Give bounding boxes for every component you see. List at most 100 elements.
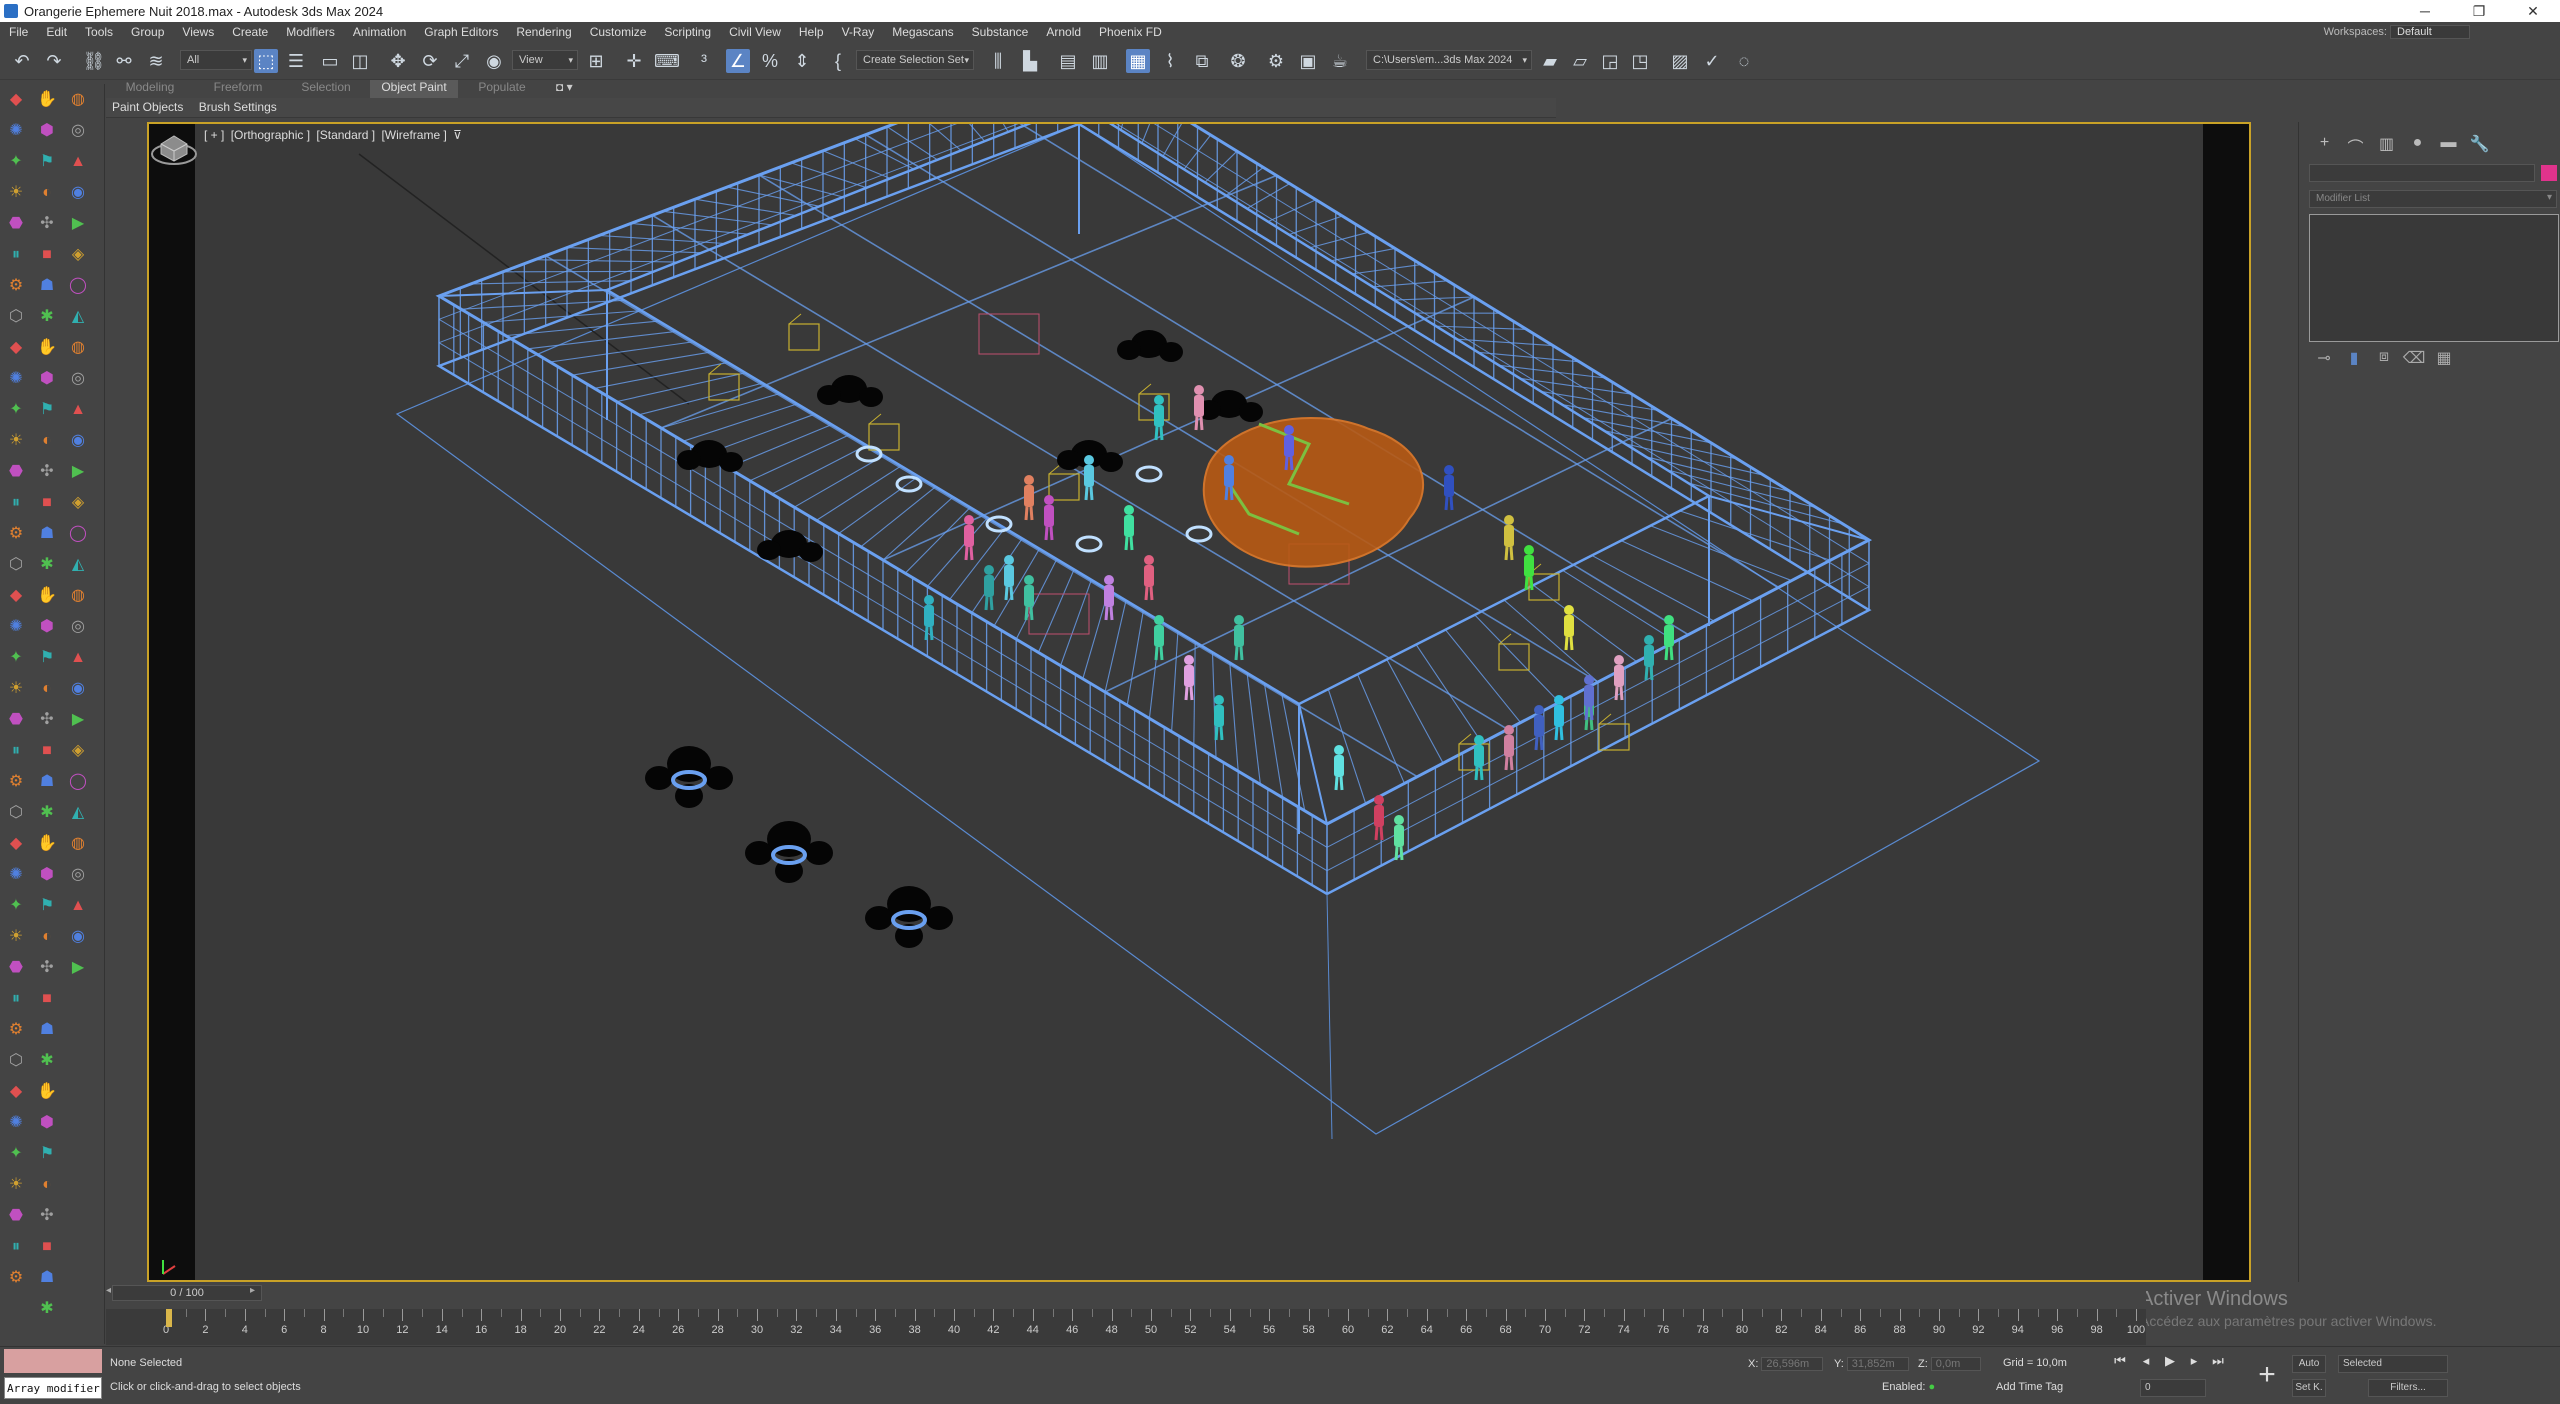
subtab-paint-objects[interactable]: Paint Objects [106,98,189,116]
tool-icon[interactable]: ◐ [35,1173,59,1197]
restore-button[interactable]: ❐ [2452,3,2506,20]
percent-snap-icon[interactable]: % [758,49,782,73]
selection-filter-dropdown[interactable]: All ▾ [180,50,252,70]
tool-icon[interactable]: ■ [35,243,59,267]
tool-icon[interactable]: ▲ [66,150,90,174]
x-field[interactable]: 26,596m [1761,1357,1824,1371]
play-icon[interactable]: ▶ [2160,1353,2180,1371]
tool-icon[interactable]: ◎ [66,615,90,639]
tool-icon[interactable]: ▶ [66,956,90,980]
ribbon-tab-selection[interactable]: Selection [282,80,370,98]
tool-icon[interactable]: ✺ [4,615,28,639]
menu-scripting[interactable]: Scripting [655,25,720,39]
tool-icon[interactable]: ◯ [66,770,90,794]
tool-icon[interactable]: ⬢ [35,615,59,639]
tool-icon[interactable]: ✦ [4,894,28,918]
tool-icon[interactable]: ▶ [66,708,90,732]
tool-icon[interactable]: ✱ [35,305,59,329]
tool-icon[interactable]: ⚙ [4,770,28,794]
maxscript-output[interactable] [4,1349,102,1373]
object-name-field[interactable] [2309,164,2535,182]
tool-icon[interactable]: ◎ [66,119,90,143]
modify-tab-icon[interactable]: ⌒ [2340,134,2371,158]
z-field[interactable]: 0,0m [1930,1357,1981,1371]
tool-icon[interactable]: ⬣ [4,460,28,484]
reference-coordinate-dropdown[interactable]: View ▾ [512,50,578,70]
remove-modifier-icon[interactable]: ⌫ [2399,348,2429,372]
tool-icon[interactable]: ☗ [35,522,59,546]
tool-icon[interactable]: ✦ [4,1142,28,1166]
tool-icon[interactable]: ⏸ [4,491,28,515]
unlink-icon[interactable]: ⚯ [112,49,136,73]
open-folder-icon[interactable]: ▱ [1568,49,1592,73]
material-editor-icon[interactable]: ❂ [1226,49,1250,73]
tool-icon[interactable]: ⬣ [4,708,28,732]
named-selection-set-dropdown[interactable]: Create Selection Set ▾ [856,50,974,70]
render-production-icon[interactable]: ☕ [1328,49,1352,73]
viewport-label-view[interactable]: [Orthographic ] [231,128,310,142]
viewport-label[interactable]: [ + ] [Orthographic ] [Standard ] [Wiref… [201,128,462,142]
tool-icon[interactable]: ⏸ [4,739,28,763]
tool-icon[interactable]: ◆ [4,832,28,856]
tool-icon[interactable]: ✋ [35,1080,59,1104]
tool-icon[interactable]: ✦ [4,398,28,422]
menu-file[interactable]: File [0,25,37,39]
set-key-button[interactable]: Set K. [2292,1379,2326,1397]
spinner-snap-icon[interactable]: ⇕ [790,49,814,73]
menu-civil-view[interactable]: Civil View [720,25,790,39]
menu-substance[interactable]: Substance [963,25,1038,39]
enabled-indicator-icon[interactable]: ● [1929,1381,1936,1393]
wireframe-scene[interactable] [149,124,2251,1282]
tool-icon[interactable]: ◆ [4,1080,28,1104]
ribbon-options-icon[interactable]: ◘ ▾ [546,80,573,98]
keyboard-shortcut-override-icon[interactable]: ⌨ [654,49,680,73]
tool-icon[interactable]: ◍ [66,832,90,856]
ribbon-tab-populate[interactable]: Populate [458,80,546,98]
tool-icon[interactable]: ◉ [66,925,90,949]
vray-frame-buffer-icon[interactable]: ▨ [1668,49,1692,73]
create-tab-icon[interactable]: + [2309,134,2340,158]
tool-icon[interactable]: ◆ [4,584,28,608]
rotate-icon[interactable]: ⟳ [418,49,442,73]
menu-edit[interactable]: Edit [37,25,76,39]
render-setup-icon[interactable]: ⚙ [1264,49,1288,73]
tool-icon[interactable]: ☗ [35,274,59,298]
tool-icon[interactable]: ◯ [66,522,90,546]
tool-icon[interactable]: ▲ [66,398,90,422]
set-key-icon[interactable]: + [2250,1355,2284,1395]
tool-icon[interactable]: ✋ [35,336,59,360]
tool-icon[interactable]: ▶ [66,460,90,484]
schematic-view-icon[interactable]: ⧉ [1190,49,1214,73]
tool-icon[interactable]: ✱ [35,1297,59,1321]
menu-create[interactable]: Create [223,25,277,39]
utilities-tab-icon[interactable]: 🔧 [2464,134,2495,158]
workspaces-selector[interactable]: Workspaces: Default [2324,25,2560,39]
tool-icon[interactable]: ■ [35,491,59,515]
tool-icon[interactable]: ◉ [66,181,90,205]
tool-icon[interactable]: ▲ [66,646,90,670]
tool-icon[interactable]: ⚙ [4,1018,28,1042]
tool-icon[interactable]: ✣ [35,212,59,236]
tool-icon[interactable]: ☀ [4,925,28,949]
pin-stack-icon[interactable]: ⊸ [2309,348,2339,372]
edit-named-selection-icon[interactable]: { [826,49,850,73]
tool-icon[interactable]: ◍ [66,336,90,360]
window-crossing-icon[interactable]: ◫ [348,49,372,73]
tool-icon[interactable]: ⬡ [4,553,28,577]
modifier-stack[interactable] [2309,214,2559,342]
maxscript-input[interactable]: Array modifier [4,1377,102,1399]
scale-icon[interactable]: ⤢ [450,49,474,73]
scene-explorer-icon[interactable]: ▤ [1056,49,1080,73]
mirror-icon[interactable]: ⫼ [986,49,1010,73]
rectangular-selection-icon[interactable]: ▭ [318,49,342,73]
close-button[interactable]: ✕ [2506,3,2560,20]
motion-tab-icon[interactable]: ● [2402,134,2433,158]
tool-icon[interactable]: ⬣ [4,1204,28,1228]
tool-icon[interactable]: ◐ [35,677,59,701]
pivot-center-icon[interactable]: ⊞ [584,49,608,73]
tool-icon[interactable]: ✺ [4,863,28,887]
maxscript-listener[interactable]: Array modifier [4,1349,102,1401]
tool-icon[interactable]: ▲ [66,894,90,918]
tool-icon[interactable]: ✱ [35,801,59,825]
tool-icon[interactable]: ✱ [35,553,59,577]
